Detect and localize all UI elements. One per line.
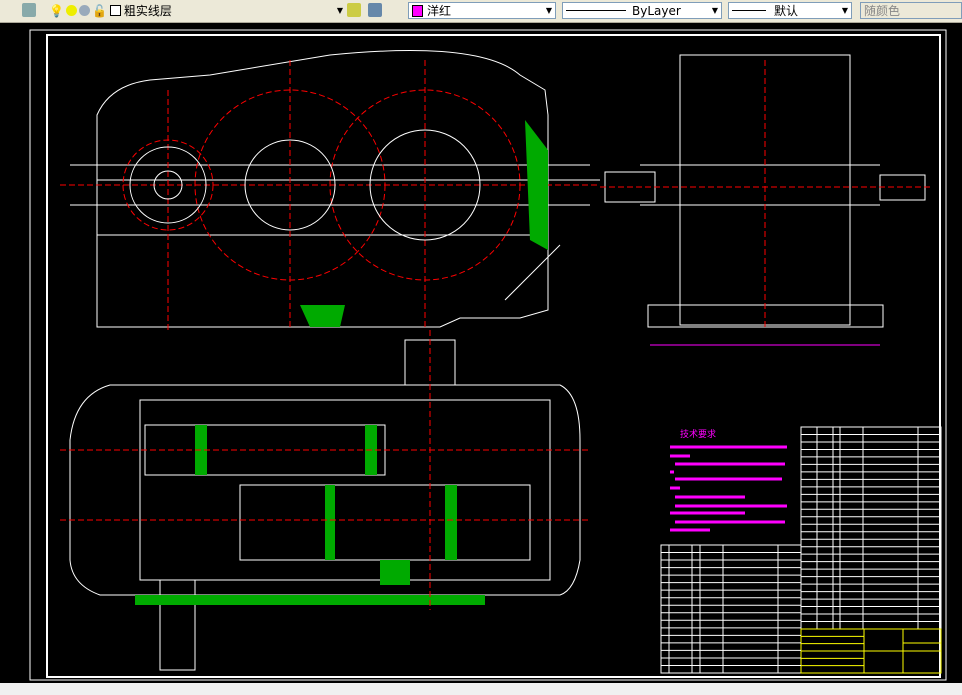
color-swatch (412, 4, 423, 17)
technical-requirements-text (670, 445, 787, 532)
layer-dropdown[interactable]: 💡 🔓 粗实线层 ▼ (46, 2, 346, 19)
lightbulb-icon[interactable]: 💡 (49, 4, 64, 18)
plotstyle-value: 随颜色 (864, 4, 901, 18)
chevron-down-icon[interactable]: ▼ (546, 6, 552, 15)
chevron-down-icon[interactable]: ▼ (712, 6, 718, 15)
drawing-canvas[interactable]: 技术要求 (function(){ const svg=document.que… (0, 23, 962, 683)
color-value: 洋红 (427, 4, 452, 18)
line-sample (732, 10, 766, 11)
make-current-layer-icon[interactable] (347, 3, 361, 17)
layer-manager-icon[interactable] (22, 3, 36, 17)
sheet-border (29, 29, 947, 681)
parts-list-left (660, 544, 802, 674)
layer-name: 粗实线层 (123, 4, 172, 18)
cad-drawing: 技术要求 (29, 29, 947, 681)
drawing-frame (46, 34, 941, 678)
freeze-icon[interactable] (78, 5, 90, 16)
lock-icon[interactable]: 🔓 (92, 4, 107, 18)
status-strip (0, 683, 962, 695)
lineweight-value: 默认 (774, 4, 799, 18)
top-hatch (135, 425, 485, 605)
color-dropdown[interactable]: 洋红 ▼ (408, 2, 556, 19)
sun-icon[interactable] (65, 5, 77, 16)
lineweight-dropdown[interactable]: 默认 ▼ (728, 2, 852, 19)
linetype-dropdown[interactable]: ByLayer ▼ (562, 2, 722, 19)
gear-pitch-circles (60, 60, 600, 330)
chevron-down-icon[interactable]: ▼ (842, 6, 848, 15)
front-hatch (300, 120, 548, 327)
chevron-down-icon[interactable]: ▼ (337, 6, 343, 15)
layer-color-box (109, 5, 121, 16)
plotstyle-dropdown: 随颜色 (860, 2, 962, 19)
layer-previous-icon[interactable] (368, 3, 382, 17)
properties-toolbar: 💡 🔓 粗实线层 ▼ 洋红 ▼ ByLayer ▼ 默认 ▼ 随颜色 (0, 0, 962, 23)
linetype-value: ByLayer (632, 3, 681, 18)
technical-requirements-title: 技术要求 (680, 428, 716, 440)
line-sample (566, 10, 626, 11)
